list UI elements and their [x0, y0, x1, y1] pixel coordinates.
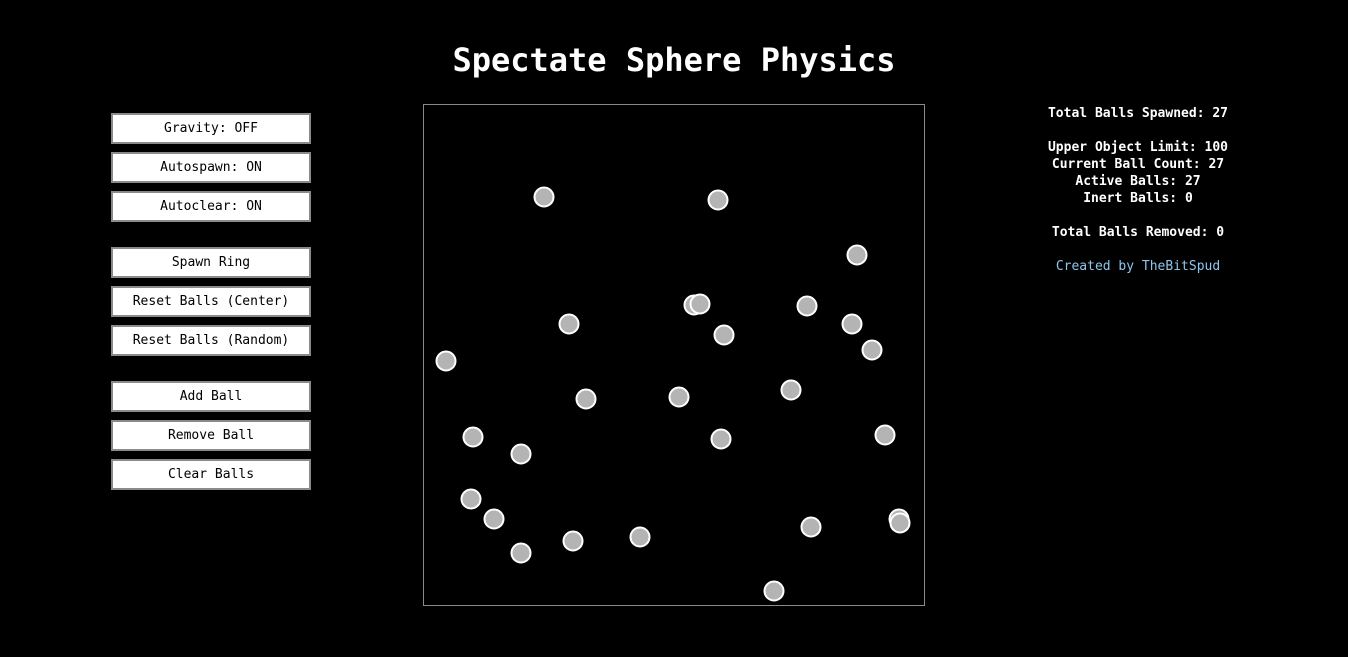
- spawn-ring-button[interactable]: Spawn Ring: [111, 247, 311, 278]
- remove-ball-button[interactable]: Remove Ball: [111, 420, 311, 451]
- credit-prefix: Created by: [1055, 259, 1142, 274]
- ball: [460, 488, 482, 510]
- total-balls-removed: Total Balls Removed: 0: [1051, 225, 1225, 240]
- ball: [713, 324, 735, 346]
- ball: [510, 542, 532, 564]
- physics-arena[interactable]: [423, 104, 925, 606]
- ball: [510, 443, 532, 465]
- ball: [796, 295, 818, 317]
- add-ball-button[interactable]: Add Ball: [111, 381, 311, 412]
- control-panel: Gravity: OFF Autospawn: ON Autoclear: ON…: [111, 113, 311, 498]
- autoclear-toggle-button[interactable]: Autoclear: ON: [111, 191, 311, 222]
- clear-balls-button[interactable]: Clear Balls: [111, 459, 311, 490]
- ball: [710, 428, 732, 450]
- ball: [533, 186, 555, 208]
- arena-canvas[interactable]: [424, 105, 924, 605]
- reset-balls-random-button[interactable]: Reset Balls (Random): [111, 325, 311, 356]
- page: Spectate Sphere Physics Gravity: OFF Aut…: [0, 0, 1348, 657]
- ball: [874, 424, 896, 446]
- ball: [462, 426, 484, 448]
- ball: [562, 530, 584, 552]
- ball: [668, 386, 690, 408]
- autospawn-toggle-button[interactable]: Autospawn: ON: [111, 152, 311, 183]
- ball: [558, 313, 580, 335]
- current-ball-count: Current Ball Count: 27: [1051, 157, 1225, 172]
- ball: [629, 526, 651, 548]
- ball: [575, 388, 597, 410]
- gravity-toggle-button[interactable]: Gravity: OFF: [111, 113, 311, 144]
- ball: [846, 244, 868, 266]
- ball: [800, 516, 822, 538]
- ball: [435, 350, 457, 372]
- total-balls-spawned: Total Balls Spawned: 27: [1047, 106, 1228, 121]
- ball: [707, 189, 729, 211]
- page-title: Spectate Sphere Physics: [452, 41, 896, 79]
- credit-link[interactable]: TheBitSpud: [1142, 259, 1220, 274]
- reset-balls-center-button[interactable]: Reset Balls (Center): [111, 286, 311, 317]
- ball: [780, 379, 802, 401]
- ball: [483, 508, 505, 530]
- ball: [763, 580, 785, 602]
- ball: [689, 293, 711, 315]
- ball: [841, 313, 863, 335]
- credit-line: Created by TheBitSpud: [1030, 258, 1246, 275]
- stats-panel: Total Balls Spawned: 27 Upper Object Lim…: [1030, 105, 1246, 275]
- inert-balls: Inert Balls: 0: [1083, 191, 1193, 206]
- active-balls: Active Balls: 27: [1075, 174, 1201, 189]
- ball: [889, 512, 911, 534]
- ball: [861, 339, 883, 361]
- upper-object-limit: Upper Object Limit: 100: [1047, 140, 1228, 155]
